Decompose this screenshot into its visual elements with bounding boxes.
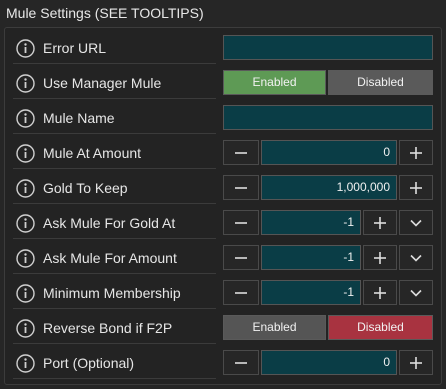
info-icon[interactable] [16,248,35,268]
mule-at-amount-input[interactable]: 0 [261,140,397,165]
ask-mule-for-amount-input[interactable]: -1 [261,245,361,270]
setting-label: Ask Mule For Gold At [43,215,176,231]
row-minimum-membership: Minimum Membership -1 [13,278,439,313]
info-icon[interactable] [16,318,35,338]
plus-icon [374,216,386,229]
dropdown-button[interactable] [399,210,433,235]
increment-button[interactable] [399,140,433,165]
info-icon[interactable] [16,73,35,93]
use-manager-mule-disabled-button[interactable]: Disabled [328,70,433,95]
plus-icon [374,286,386,299]
minimum-membership-input[interactable]: -1 [261,280,361,305]
chevron-down-icon [410,254,422,262]
row-port-optional: Port (Optional) 0 [13,348,439,383]
panel-title: Mule Settings (SEE TOOLTIPS) [6,5,204,21]
info-icon[interactable] [16,283,35,303]
setting-label: Mule Name [43,110,115,126]
setting-label: Mule At Amount [43,145,142,161]
row-gold-to-keep: Gold To Keep 1,000,000 [13,173,439,208]
minus-icon [235,291,247,294]
plus-icon [410,146,422,159]
setting-label: Use Manager Mule [43,75,162,91]
increment-button[interactable] [363,280,397,305]
increment-button[interactable] [399,175,433,200]
info-icon[interactable] [16,38,35,58]
reverse-bond-disabled-button[interactable]: Disabled [328,315,433,340]
decrement-button[interactable] [223,140,259,165]
mule-settings-panel: Mule Settings (SEE TOOLTIPS) Error URL U… [0,0,446,389]
dropdown-button[interactable] [399,245,433,270]
row-mule-at-amount: Mule At Amount 0 [13,138,439,173]
minus-icon [235,361,247,364]
decrement-button[interactable] [223,280,259,305]
info-icon[interactable] [16,178,35,198]
increment-button[interactable] [399,350,433,375]
plus-icon [410,181,422,194]
decrement-button[interactable] [223,210,259,235]
minus-icon [235,186,247,189]
minus-icon [235,151,247,154]
plus-icon [374,251,386,264]
setting-label: Minimum Membership [43,285,181,301]
setting-label: Reverse Bond if F2P [43,320,173,336]
row-use-manager-mule: Use Manager Mule Enabled Disabled [13,68,439,103]
decrement-button[interactable] [223,245,259,270]
increment-button[interactable] [363,245,397,270]
info-icon[interactable] [16,108,35,128]
info-icon[interactable] [16,353,35,373]
minus-icon [235,221,247,224]
reverse-bond-enabled-button[interactable]: Enabled [223,315,326,340]
minus-icon [235,256,247,259]
row-ask-mule-for-amount: Ask Mule For Amount -1 [13,243,439,278]
dropdown-button[interactable] [399,280,433,305]
row-reverse-bond-if-f2p: Reverse Bond if F2P Enabled Disabled [13,313,439,348]
row-error-url: Error URL [13,33,439,68]
info-icon[interactable] [16,143,35,163]
setting-label: Error URL [43,40,107,56]
row-ask-mule-for-gold-at: Ask Mule For Gold At -1 [13,208,439,243]
setting-label: Gold To Keep [43,180,128,196]
plus-icon [410,356,422,369]
mule-name-input[interactable] [223,105,433,130]
row-mule-name: Mule Name [13,103,439,138]
decrement-button[interactable] [223,175,259,200]
decrement-button[interactable] [223,350,259,375]
chevron-down-icon [410,289,422,297]
port-input[interactable]: 0 [261,350,397,375]
ask-mule-for-gold-at-input[interactable]: -1 [261,210,361,235]
chevron-down-icon [410,219,422,227]
setting-label: Port (Optional) [43,355,135,371]
increment-button[interactable] [363,210,397,235]
error-url-input[interactable] [223,35,433,60]
use-manager-mule-enabled-button[interactable]: Enabled [223,70,326,95]
gold-to-keep-input[interactable]: 1,000,000 [261,175,397,200]
info-icon[interactable] [16,213,35,233]
setting-label: Ask Mule For Amount [43,250,177,266]
